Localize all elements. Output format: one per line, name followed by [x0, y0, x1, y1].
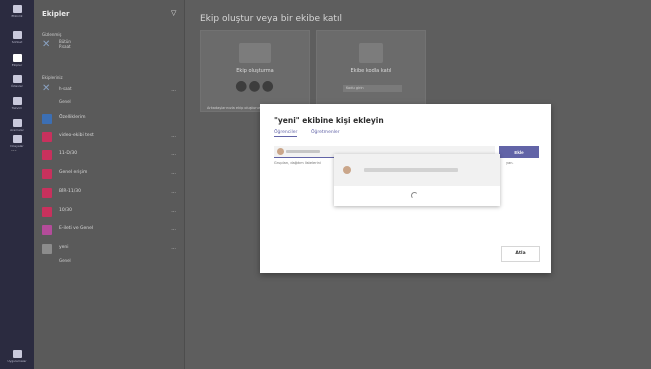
- rail-activity[interactable]: Etkinlik: [0, 2, 34, 24]
- sidebar-title: Ekipler: [42, 10, 70, 18]
- join-team-card[interactable]: Ekibe kodla katıl Kodu girin: [316, 30, 426, 112]
- channel-general[interactable]: Genel: [59, 99, 71, 104]
- teams-icon: [12, 54, 22, 62]
- team-name: Özelliklerim: [59, 115, 86, 120]
- team-item[interactable]: 11-D/30 ...: [34, 148, 184, 162]
- create-team-card[interactable]: Ekip oluşturma ●●● Arkadaşlarınızla ekip…: [200, 30, 310, 112]
- rail-teams-label: Ekipler: [11, 63, 23, 67]
- team-avatar: [42, 244, 52, 254]
- team-more-icon[interactable]: ...: [171, 226, 176, 232]
- team-avatar: [42, 169, 52, 179]
- hidden-team-sub: P.saat: [59, 44, 71, 49]
- team-more-icon[interactable]: ...: [171, 208, 176, 214]
- rail-apps[interactable]: Uygulamalar: [0, 347, 34, 369]
- page-title: Ekip oluştur veya bir ekibe katıl: [200, 14, 342, 24]
- join-code-field[interactable]: Kodu girin: [343, 85, 402, 92]
- create-team-subtitle: Arkadaşlarınızla ekip oluşturun: [207, 106, 262, 110]
- team-avatar: [42, 207, 52, 217]
- suggestion-item[interactable]: [334, 154, 500, 186]
- team-more-icon[interactable]: ...: [171, 245, 176, 251]
- add-button[interactable]: Ekle: [499, 146, 539, 158]
- suggestion-name: [364, 168, 458, 172]
- rail-apps-label: Uygulamalar: [7, 359, 27, 363]
- team-avatar: [42, 188, 52, 198]
- team-more-icon[interactable]: ...: [171, 189, 176, 195]
- people-icon: ●●●: [235, 78, 275, 94]
- rail-more-icon[interactable]: ...: [11, 146, 23, 153]
- team-avatar: [42, 150, 52, 160]
- rail-teams[interactable]: Ekipler: [0, 51, 34, 73]
- section-teams-label: Ekipleriniz: [42, 75, 63, 80]
- avatar: [343, 166, 351, 174]
- pinned-team-name[interactable]: h-saat: [59, 86, 72, 91]
- team-avatar: [42, 114, 52, 124]
- team-name: video-ekibi test: [59, 133, 94, 138]
- team-more-icon[interactable]: ...: [171, 170, 176, 176]
- bell-icon: [12, 5, 22, 13]
- rail-assignments[interactable]: Ödevler: [0, 72, 34, 94]
- rail-calendar-label: Takvim: [11, 106, 23, 110]
- team-item[interactable]: Özelliklerim: [34, 112, 184, 126]
- skip-button[interactable]: Atla: [501, 246, 540, 262]
- apps-icon: [12, 350, 22, 358]
- section-hidden-label: Gizlenmiş: [42, 32, 62, 37]
- file-icon: [12, 135, 22, 143]
- tab-teachers[interactable]: Öğretmenler: [311, 130, 340, 135]
- team-name: 10/30: [59, 208, 72, 213]
- rail-assignments-label: Ödevler: [11, 84, 23, 88]
- team-item[interactable]: E-ileti ve Genel ...: [34, 223, 184, 237]
- team-avatar: [42, 225, 52, 235]
- team-name: 11-D/30: [59, 151, 78, 156]
- team-item[interactable]: Genel erişim ...: [34, 167, 184, 181]
- selected-person-chip[interactable]: [286, 150, 320, 153]
- team-logo-icon: ✕: [42, 83, 51, 94]
- assignments-icon: [12, 75, 22, 83]
- join-team-illustration: [359, 43, 383, 63]
- filter-icon[interactable]: ▽: [171, 9, 177, 17]
- channel-general[interactable]: Genel: [59, 258, 71, 263]
- avatar: [277, 148, 284, 155]
- join-team-title: Ekibe kodla katıl: [350, 68, 392, 74]
- team-item[interactable]: BİR-11/30 ...: [34, 186, 184, 200]
- team-more-icon[interactable]: ...: [171, 87, 176, 93]
- loading-spinner-icon: [411, 192, 418, 199]
- rail-chat[interactable]: Sohbet: [0, 28, 34, 50]
- create-team-title: Ekip oluşturma: [236, 68, 274, 74]
- team-item[interactable]: yeni ...: [34, 242, 184, 256]
- teams-sidebar: Ekipler ▽ Gizlenmiş ✕ Bütün P.saat Ekipl…: [34, 0, 185, 369]
- calendar-icon: [12, 97, 22, 105]
- create-team-illustration: [239, 43, 271, 63]
- search-hint-tail: yan.: [506, 161, 514, 165]
- team-name: Genel erişim: [59, 170, 88, 175]
- tab-students[interactable]: Öğrenciler: [274, 130, 298, 137]
- team-logo-icon: ✕: [42, 39, 51, 50]
- suggestions-dropdown: [334, 154, 500, 206]
- team-item[interactable]: 10/30 ...: [34, 205, 184, 219]
- dialog-title: "yeni" ekibine kişi ekleyin: [274, 116, 384, 125]
- chat-icon: [12, 31, 22, 39]
- team-name: E-ileti ve Genel: [59, 226, 94, 231]
- team-more-icon[interactable]: ...: [171, 133, 176, 139]
- team-name: BİR-11/30: [59, 189, 81, 194]
- rail-activity-label: Etkinlik: [11, 14, 23, 18]
- add-members-dialog: "yeni" ekibine kişi ekleyin Öğrenciler Ö…: [260, 104, 551, 273]
- rail-calendar[interactable]: Takvim: [0, 94, 34, 116]
- team-name: yeni: [59, 245, 69, 250]
- team-item[interactable]: video-ekibi test ...: [34, 130, 184, 144]
- team-more-icon[interactable]: ...: [171, 151, 176, 157]
- team-avatar: [42, 132, 52, 142]
- search-hint: Grupları, dağıtım listelerini: [274, 161, 321, 165]
- app-rail: Etkinlik Sohbet Ekipler Ödevler Takvim A…: [0, 0, 34, 369]
- phone-icon: [12, 119, 22, 127]
- rail-chat-label: Sohbet: [11, 40, 23, 44]
